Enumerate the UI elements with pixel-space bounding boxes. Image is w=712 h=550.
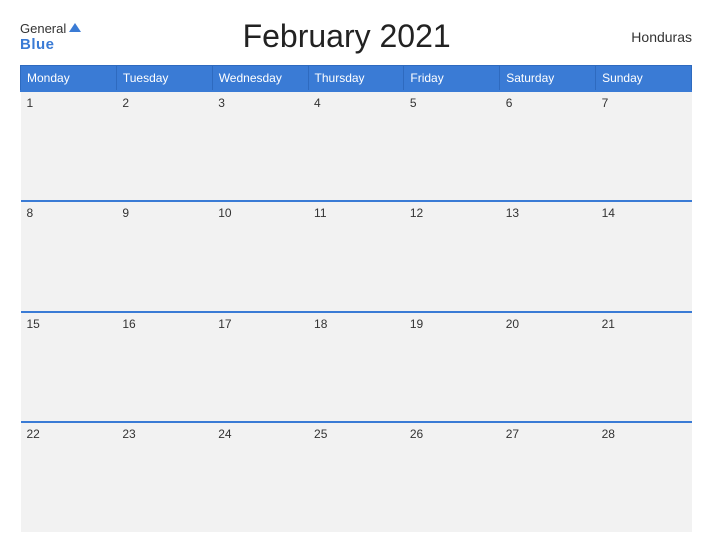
day-number: 16 xyxy=(122,317,206,331)
calendar-day-cell: 23 xyxy=(116,422,212,532)
calendar-day-cell: 13 xyxy=(500,201,596,311)
calendar-day-cell: 6 xyxy=(500,91,596,201)
calendar-day-cell: 20 xyxy=(500,312,596,422)
calendar-day-cell: 16 xyxy=(116,312,212,422)
day-number: 17 xyxy=(218,317,302,331)
calendar-day-cell: 8 xyxy=(21,201,117,311)
day-number: 7 xyxy=(602,96,686,110)
day-number: 22 xyxy=(27,427,111,441)
calendar-day-cell: 21 xyxy=(596,312,692,422)
calendar-week-row: 22 23 24 25 26 27 28 xyxy=(21,422,692,532)
calendar-day-cell: 24 xyxy=(212,422,308,532)
weekday-header-saturday: Saturday xyxy=(500,66,596,92)
calendar-day-cell: 4 xyxy=(308,91,404,201)
calendar-day-cell: 11 xyxy=(308,201,404,311)
day-number: 3 xyxy=(218,96,302,110)
calendar-day-cell: 7 xyxy=(596,91,692,201)
day-number: 27 xyxy=(506,427,590,441)
logo-blue: Blue xyxy=(20,36,55,53)
calendar-header: MondayTuesdayWednesdayThursdayFridaySatu… xyxy=(21,66,692,92)
day-number: 4 xyxy=(314,96,398,110)
calendar-day-cell: 28 xyxy=(596,422,692,532)
calendar-day-cell: 18 xyxy=(308,312,404,422)
calendar-week-row: 1234567 xyxy=(21,91,692,201)
calendar-body: 1234567891011121314151617181920212223242… xyxy=(21,91,692,532)
day-number: 11 xyxy=(314,206,398,220)
country-label: Honduras xyxy=(612,29,692,45)
calendar-day-cell: 27 xyxy=(500,422,596,532)
calendar-day-cell: 19 xyxy=(404,312,500,422)
day-number: 21 xyxy=(602,317,686,331)
day-number: 23 xyxy=(122,427,206,441)
weekday-header-friday: Friday xyxy=(404,66,500,92)
day-number: 9 xyxy=(122,206,206,220)
calendar-day-cell: 9 xyxy=(116,201,212,311)
day-number: 13 xyxy=(506,206,590,220)
calendar-day-cell: 1 xyxy=(21,91,117,201)
calendar-day-cell: 26 xyxy=(404,422,500,532)
day-number: 14 xyxy=(602,206,686,220)
calendar-day-cell: 3 xyxy=(212,91,308,201)
logo-triangle-icon xyxy=(69,23,81,32)
calendar-day-cell: 5 xyxy=(404,91,500,201)
day-number: 6 xyxy=(506,96,590,110)
day-number: 20 xyxy=(506,317,590,331)
day-number: 5 xyxy=(410,96,494,110)
calendar-title: February 2021 xyxy=(243,18,451,55)
calendar-day-cell: 2 xyxy=(116,91,212,201)
calendar-table: MondayTuesdayWednesdayThursdayFridaySatu… xyxy=(20,65,692,532)
weekday-header-sunday: Sunday xyxy=(596,66,692,92)
calendar-day-cell: 25 xyxy=(308,422,404,532)
calendar-day-cell: 12 xyxy=(404,201,500,311)
day-number: 2 xyxy=(122,96,206,110)
day-number: 26 xyxy=(410,427,494,441)
weekday-header-thursday: Thursday xyxy=(308,66,404,92)
calendar-day-cell: 15 xyxy=(21,312,117,422)
weekday-header-wednesday: Wednesday xyxy=(212,66,308,92)
weekday-header-row: MondayTuesdayWednesdayThursdayFridaySatu… xyxy=(21,66,692,92)
weekday-header-tuesday: Tuesday xyxy=(116,66,212,92)
day-number: 15 xyxy=(27,317,111,331)
calendar-week-row: 15 16 17 18 19 20 21 xyxy=(21,312,692,422)
day-number: 1 xyxy=(27,96,111,110)
weekday-header-monday: Monday xyxy=(21,66,117,92)
day-number: 24 xyxy=(218,427,302,441)
calendar-day-cell: 22 xyxy=(21,422,117,532)
logo-general: General xyxy=(20,21,66,36)
page-header: General Blue February 2021 Honduras xyxy=(20,18,692,55)
day-number: 19 xyxy=(410,317,494,331)
day-number: 28 xyxy=(602,427,686,441)
logo: General Blue xyxy=(20,21,81,53)
calendar-day-cell: 10 xyxy=(212,201,308,311)
day-number: 10 xyxy=(218,206,302,220)
calendar-week-row: 89 10 11 12 13 14 xyxy=(21,201,692,311)
day-number: 12 xyxy=(410,206,494,220)
day-number: 18 xyxy=(314,317,398,331)
calendar-day-cell: 17 xyxy=(212,312,308,422)
day-number: 25 xyxy=(314,427,398,441)
day-number: 8 xyxy=(27,206,111,220)
calendar-day-cell: 14 xyxy=(596,201,692,311)
